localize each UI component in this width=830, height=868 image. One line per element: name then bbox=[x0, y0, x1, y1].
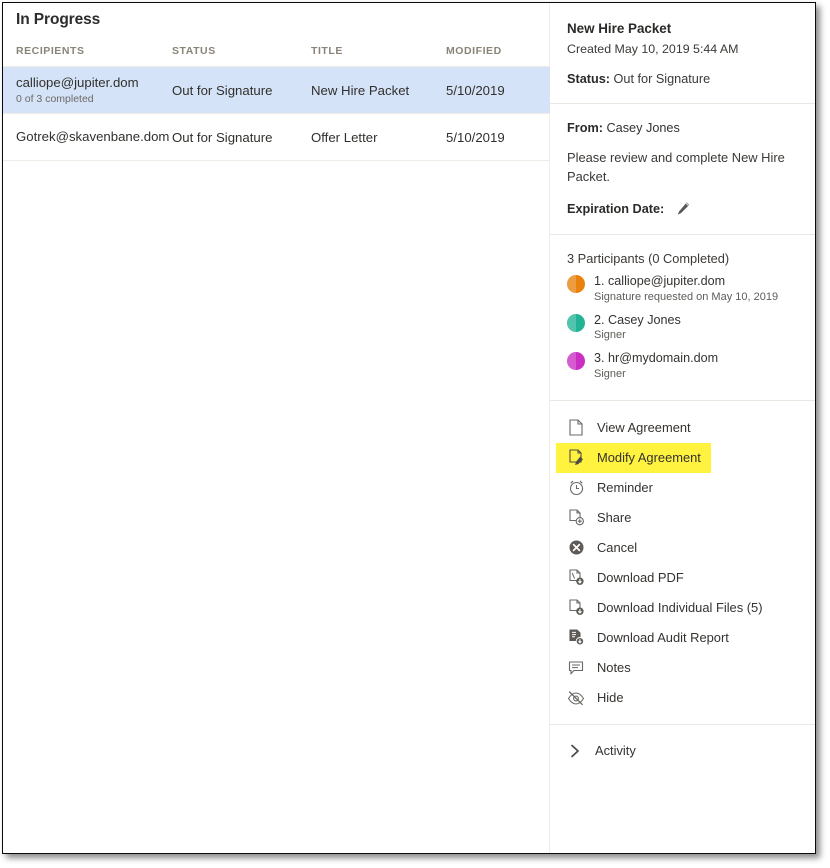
action-label: View Agreement bbox=[597, 420, 691, 435]
participant-name: 1. calliope@jupiter.dom bbox=[594, 274, 726, 289]
from-value: Casey Jones bbox=[606, 121, 680, 136]
column-header-title[interactable]: TITLE bbox=[311, 45, 446, 67]
table-header-row: RECIPIENTS STATUS TITLE MODIFIED bbox=[3, 45, 550, 67]
agreement-actions-list: View Agreement Modify Agreement Reminder… bbox=[550, 401, 815, 724]
action-label: Cancel bbox=[597, 540, 638, 555]
download-pdf-icon bbox=[567, 569, 585, 587]
divider bbox=[550, 723, 815, 725]
agreement-summary: New Hire Packet Created May 10, 2019 5:4… bbox=[550, 3, 815, 103]
action-notes[interactable]: Notes bbox=[550, 653, 815, 683]
recipient-progress: 0 of 3 completed bbox=[16, 93, 94, 106]
participant-status: Signature requested on May 10, 2019 bbox=[594, 290, 779, 303]
cell-recipient: Gotrek@skavenbane.dom bbox=[3, 113, 172, 161]
note-bubble-icon bbox=[567, 659, 585, 677]
action-cancel[interactable]: Cancel bbox=[550, 533, 815, 563]
document-share-icon bbox=[567, 509, 585, 527]
action-download-pdf[interactable]: Download PDF bbox=[550, 563, 815, 593]
participant-name: 3. hr@mydomain.dom bbox=[594, 351, 719, 366]
from-label: From: bbox=[567, 121, 603, 136]
action-modify-agreement[interactable]: Modify Agreement bbox=[556, 442, 711, 473]
participants-block: 3 Participants (0 Completed) 1. calliope… bbox=[550, 235, 815, 399]
action-view-agreement[interactable]: View Agreement bbox=[550, 413, 815, 443]
column-header-status[interactable]: STATUS bbox=[172, 45, 311, 67]
cell-modified: 5/10/2019 bbox=[446, 66, 550, 114]
action-label: Notes bbox=[597, 660, 631, 675]
action-label: Modify Agreement bbox=[597, 450, 701, 465]
avatar bbox=[567, 352, 585, 371]
cell-title: Offer Letter bbox=[311, 113, 446, 161]
divider bbox=[550, 103, 815, 105]
download-report-icon bbox=[567, 629, 585, 647]
action-label: Hide bbox=[597, 690, 624, 705]
status-label: Status: bbox=[567, 72, 610, 87]
agreement-message: Please review and complete New Hire Pack… bbox=[567, 150, 785, 184]
action-download-audit-report[interactable]: Download Audit Report bbox=[550, 623, 815, 653]
action-label: Download PDF bbox=[597, 570, 684, 585]
pencil-icon[interactable] bbox=[676, 201, 691, 216]
table-row[interactable]: Gotrek@skavenbane.dom Out for Signature … bbox=[3, 113, 550, 161]
chevron-right-icon bbox=[567, 744, 583, 758]
activity-label: Activity bbox=[595, 743, 636, 758]
cell-status: Out for Signature bbox=[172, 66, 311, 114]
avatar bbox=[567, 313, 585, 332]
action-reminder[interactable]: Reminder bbox=[550, 473, 815, 503]
expiration-label: Expiration Date: bbox=[567, 201, 665, 216]
participant-name: 2. Casey Jones bbox=[594, 312, 681, 327]
status-badge: Status: Out for Signature bbox=[567, 72, 799, 103]
action-share[interactable]: Share bbox=[550, 503, 815, 533]
action-download-individual-files[interactable]: Download Individual Files (5) bbox=[550, 593, 815, 623]
participant-status: Signer bbox=[594, 329, 626, 342]
agreement-message-block: From: Casey Jones Please review and comp… bbox=[550, 121, 815, 234]
action-label: Reminder bbox=[597, 480, 653, 495]
download-file-icon bbox=[567, 599, 585, 617]
cell-status: Out for Signature bbox=[172, 113, 311, 161]
avatar bbox=[567, 275, 585, 294]
agreement-created-date: Created May 10, 2019 5:44 AM bbox=[567, 42, 739, 57]
table-row[interactable]: calliope@jupiter.dom 0 of 3 completed Ou… bbox=[3, 66, 550, 114]
document-icon bbox=[567, 419, 585, 437]
list-item[interactable]: 3. hr@mydomain.dom Signer bbox=[567, 351, 799, 381]
action-label: Download Individual Files (5) bbox=[597, 600, 763, 615]
action-hide[interactable]: Hide bbox=[550, 683, 815, 713]
document-edit-icon bbox=[567, 449, 585, 467]
participant-status: Signer bbox=[594, 367, 626, 380]
cell-modified: 5/10/2019 bbox=[446, 113, 550, 161]
recipient-email: calliope@jupiter.dom bbox=[16, 74, 139, 90]
action-label: Download Audit Report bbox=[597, 630, 729, 645]
agreement-detail-pane: New Hire Packet Created May 10, 2019 5:4… bbox=[550, 3, 815, 853]
expiration-row: Expiration Date: bbox=[567, 201, 799, 234]
action-label: Share bbox=[597, 510, 632, 525]
eye-hidden-icon bbox=[567, 689, 585, 707]
app-window: In Progress RECIPIENTS STATUS TITLE MODI… bbox=[2, 2, 816, 854]
participants-heading: 3 Participants (0 Completed) bbox=[567, 251, 730, 267]
cancel-circle-icon bbox=[567, 539, 585, 557]
column-header-recipients[interactable]: RECIPIENTS bbox=[3, 45, 172, 67]
agreement-list-pane: In Progress RECIPIENTS STATUS TITLE MODI… bbox=[3, 3, 550, 853]
alarm-clock-icon bbox=[567, 479, 585, 497]
activity-section-toggle[interactable]: Activity bbox=[550, 735, 815, 767]
agreement-title: New Hire Packet bbox=[567, 21, 672, 36]
cell-recipient: calliope@jupiter.dom 0 of 3 completed bbox=[3, 66, 172, 114]
cell-title: New Hire Packet bbox=[311, 66, 446, 114]
screenshot-root: In Progress RECIPIENTS STATUS TITLE MODI… bbox=[0, 0, 830, 868]
list-item[interactable]: 2. Casey Jones Signer bbox=[567, 313, 799, 343]
sender-line: From: Casey Jones bbox=[567, 121, 799, 135]
list-item[interactable]: 1. calliope@jupiter.dom Signature reques… bbox=[567, 274, 799, 304]
page-title: In Progress bbox=[16, 11, 101, 28]
recipient-email: Gotrek@skavenbane.dom bbox=[16, 128, 170, 144]
status-value: Out for Signature bbox=[613, 72, 711, 87]
agreements-table: RECIPIENTS STATUS TITLE MODIFIED calliop… bbox=[3, 45, 550, 161]
column-header-modified[interactable]: MODIFIED bbox=[446, 45, 550, 67]
